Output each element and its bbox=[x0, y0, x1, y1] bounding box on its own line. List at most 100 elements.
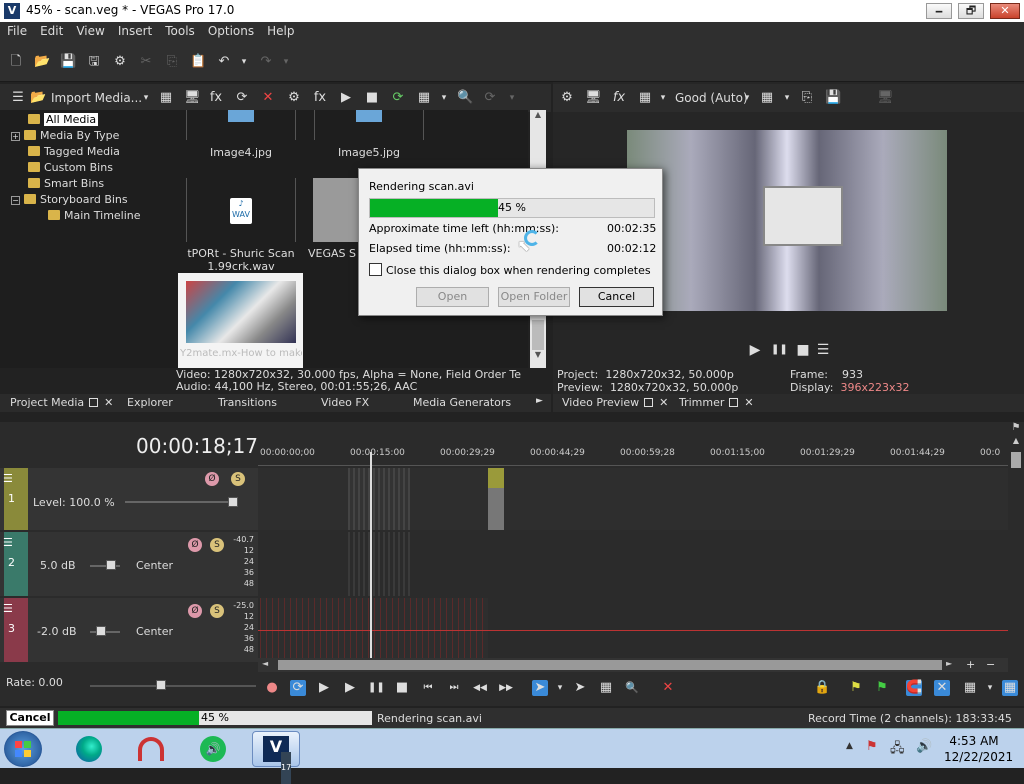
close-when-done-checkbox[interactable] bbox=[369, 263, 382, 276]
ripple-dropdown-icon[interactable]: ▾ bbox=[982, 680, 998, 696]
redo-icon[interactable]: ↷ bbox=[258, 54, 274, 70]
media-fx2-icon[interactable]: fx bbox=[312, 90, 328, 106]
split-dropdown-icon[interactable]: ▾ bbox=[655, 90, 671, 106]
tree-item-custom-bins[interactable]: Custom Bins bbox=[28, 161, 113, 174]
playhead-cursor[interactable] bbox=[370, 452, 372, 662]
play-from-start-icon[interactable]: ▶ bbox=[316, 680, 332, 696]
mute-icon[interactable]: Ø bbox=[188, 604, 202, 618]
track-header-video[interactable]: ☰ 1 Level: 100.0 % Ø S bbox=[0, 468, 258, 530]
menu-help[interactable]: Help bbox=[260, 22, 300, 38]
flag-icon[interactable]: ⚑ bbox=[866, 739, 878, 754]
headphones-icon[interactable] bbox=[134, 733, 168, 765]
menu-icon[interactable]: ☰ bbox=[10, 90, 26, 106]
refresh-dropdown-icon[interactable]: ▾ bbox=[504, 90, 520, 106]
selected-thumb[interactable]: Y2mate.mx-How to make bbox=[178, 273, 303, 368]
edit-tool-dropdown-icon[interactable]: ▾ bbox=[552, 680, 568, 696]
lock-envelopes-icon[interactable]: 🔒 bbox=[814, 680, 830, 696]
tab-video-fx[interactable]: Video FX bbox=[321, 396, 369, 409]
save-icon[interactable]: 💾 bbox=[60, 54, 76, 70]
timeline-hscroll[interactable]: ◄ ► + − bbox=[258, 658, 1008, 672]
clock[interactable]: 4:53 AM 12/22/2021 bbox=[944, 733, 1013, 765]
quality-dropdown[interactable]: Good (Auto) bbox=[675, 91, 748, 105]
zoom-tool-icon[interactable]: 🔍 bbox=[624, 680, 640, 696]
track-menu-icon[interactable]: ☰ bbox=[3, 602, 27, 615]
open-folder-button[interactable]: Open Folder bbox=[498, 287, 570, 307]
auto-crossfade-icon[interactable]: ✕ bbox=[934, 680, 950, 696]
tab-video-preview[interactable]: Video Preview ✕ bbox=[562, 396, 668, 409]
play-icon[interactable]: ▶ bbox=[338, 90, 354, 106]
collapse-icon[interactable]: − bbox=[11, 196, 20, 205]
volume-slider-knob[interactable] bbox=[96, 626, 106, 636]
tree-item-main-timeline[interactable]: Main Timeline bbox=[48, 209, 141, 222]
pause-icon[interactable]: ❚❚ bbox=[368, 680, 385, 696]
redo-dropdown-icon[interactable]: ▾ bbox=[278, 54, 294, 70]
envelope-tool-icon[interactable]: ➤ bbox=[572, 680, 588, 696]
level-slider[interactable] bbox=[125, 501, 233, 503]
timeline-vscroll[interactable]: ⚑ ▲ bbox=[1008, 422, 1024, 684]
go-to-start-icon[interactable]: ⏮ bbox=[420, 680, 436, 696]
vegas-taskbar-button[interactable]: V 17 bbox=[252, 731, 300, 784]
next-frame-icon[interactable]: ▶▶ bbox=[498, 680, 514, 696]
properties-icon[interactable]: ⚙ bbox=[112, 54, 128, 70]
quality-dropdown-icon[interactable]: ▾ bbox=[739, 90, 755, 106]
capture-icon[interactable]: ▦ bbox=[158, 90, 174, 106]
copy-snapshot-icon[interactable]: ⎘ bbox=[799, 90, 815, 106]
tree-item-smart-bins[interactable]: Smart Bins bbox=[28, 177, 104, 190]
tab-explorer[interactable]: Explorer bbox=[127, 396, 173, 409]
expand-icon[interactable]: + bbox=[11, 132, 20, 141]
import-dropdown-icon[interactable]: ▾ bbox=[138, 90, 154, 106]
open-icon[interactable]: 📂 bbox=[34, 54, 50, 70]
scroll-thumb[interactable] bbox=[278, 660, 942, 670]
import-icon[interactable]: 📂 bbox=[30, 90, 46, 106]
minimize-button[interactable]: 🗕 bbox=[926, 3, 952, 19]
mute-icon[interactable]: Ø bbox=[188, 538, 202, 552]
scroll-down-icon[interactable]: ▼ bbox=[530, 350, 546, 364]
play-icon[interactable]: ▶ bbox=[342, 680, 358, 696]
fx-icon[interactable]: fx bbox=[611, 90, 627, 106]
volume-slider-knob[interactable] bbox=[106, 560, 116, 570]
scroll-up-icon[interactable]: ▲ bbox=[530, 110, 546, 124]
insert-marker-icon[interactable]: ⚑ bbox=[848, 680, 864, 696]
scroll-left-icon[interactable]: ◄ bbox=[262, 659, 268, 668]
close-button[interactable]: ✕ bbox=[990, 3, 1020, 19]
undock-icon[interactable] bbox=[729, 398, 739, 407]
record-icon[interactable]: ● bbox=[264, 680, 280, 696]
network-icon[interactable]: 🖧 bbox=[890, 739, 905, 761]
selection-tool-icon[interactable]: ▦ bbox=[598, 680, 614, 696]
tab-transitions[interactable]: Transitions bbox=[218, 396, 277, 409]
views-dropdown-icon[interactable]: ▾ bbox=[436, 90, 452, 106]
track-header-audio-2[interactable]: ☰ 2 5.0 dB Center Ø S -40.7 12 24 36 48 bbox=[0, 532, 258, 596]
import-media-button[interactable]: Import Media... bbox=[51, 91, 142, 105]
split-icon[interactable]: ▦ bbox=[637, 90, 653, 106]
loop-icon[interactable]: ⟳ bbox=[290, 680, 306, 696]
track-menu-icon[interactable]: ☰ bbox=[3, 536, 27, 549]
zoom-in-icon[interactable]: + bbox=[966, 658, 975, 671]
overlays-dropdown-icon[interactable]: ▾ bbox=[779, 90, 795, 106]
solo-icon[interactable]: S bbox=[210, 604, 224, 618]
external-monitor-icon[interactable]: 🖥 bbox=[877, 90, 894, 106]
views-icon[interactable]: ▦ bbox=[416, 90, 432, 106]
refresh-icon[interactable]: ⟳ bbox=[482, 90, 498, 106]
maximize-button[interactable]: 🗗 bbox=[958, 3, 984, 19]
menu-edit[interactable]: Edit bbox=[33, 22, 69, 38]
tree-item-all-media[interactable]: All Media bbox=[28, 113, 99, 126]
paste-icon[interactable]: 📋 bbox=[190, 54, 206, 70]
copy-icon[interactable]: ⎘ bbox=[164, 54, 180, 70]
scroll-up-icon[interactable]: ▲ bbox=[1008, 436, 1024, 452]
zoom-out-icon[interactable]: − bbox=[986, 658, 995, 671]
stop-icon[interactable]: ■ bbox=[364, 90, 380, 106]
tree-item-tagged-media[interactable]: Tagged Media bbox=[28, 145, 120, 158]
preview-menu-icon[interactable]: ☰ bbox=[815, 342, 831, 358]
settings-icon[interactable]: ⚙ bbox=[559, 90, 575, 106]
timecode-display[interactable]: 00:00:18;17 bbox=[136, 434, 258, 458]
scroll-thumb[interactable] bbox=[532, 320, 544, 350]
auto-preview-icon[interactable]: ⟳ bbox=[390, 90, 406, 106]
solo-icon[interactable]: S bbox=[210, 538, 224, 552]
open-button[interactable]: Open bbox=[416, 287, 489, 307]
menu-tools[interactable]: Tools bbox=[158, 22, 201, 38]
track-header-audio-3[interactable]: ☰ 3 -2.0 dB Center Ø S -25.0 12 24 36 48 bbox=[0, 598, 258, 662]
undock-icon[interactable] bbox=[644, 398, 654, 407]
normal-edit-tool-icon[interactable]: ➤ bbox=[532, 680, 548, 696]
save-snapshot-icon[interactable]: 💾 bbox=[825, 90, 841, 106]
menu-file[interactable]: File bbox=[0, 22, 33, 38]
